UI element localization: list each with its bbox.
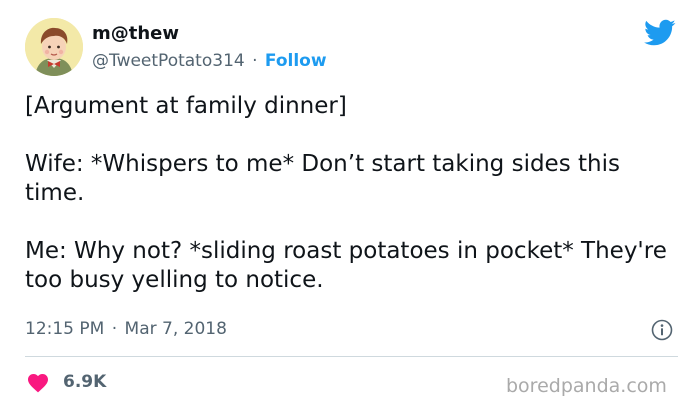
heart-icon[interactable] [26,371,50,393]
follow-button[interactable]: Follow [265,51,327,71]
author-handle-line: @TweetPotato314 · Follow [92,50,327,72]
tweet-timestamp[interactable]: 12:15 PM · Mar 7, 2018 [25,318,227,340]
tweet-card: m@thew @TweetPotato314 · Follow [Argumen… [0,0,700,410]
author-name[interactable]: m@thew [92,23,179,45]
watermark: boredpanda.com [506,375,667,397]
tweet-date: Mar 7, 2018 [124,319,227,339]
like-count[interactable]: 6.9K [63,371,106,393]
author-handle[interactable]: @TweetPotato314 [92,51,245,71]
timestamp-separator: · [111,319,118,339]
tweet-paragraph: [Argument at family dinner] [25,93,347,119]
divider [25,356,678,357]
tweet-paragraph: Me: Why not? *sliding roast potatoes in … [25,238,667,293]
tweet-paragraph: Wife: *Whispers to me* Don’t start takin… [25,151,620,206]
twitter-bird-icon[interactable] [644,19,676,47]
avatar[interactable] [25,18,83,76]
info-icon[interactable] [651,319,673,341]
tweet-text: [Argument at family dinner] Wife: *Whisp… [25,92,675,295]
handle-separator: · [252,51,258,71]
tweet-time: 12:15 PM [25,319,105,339]
